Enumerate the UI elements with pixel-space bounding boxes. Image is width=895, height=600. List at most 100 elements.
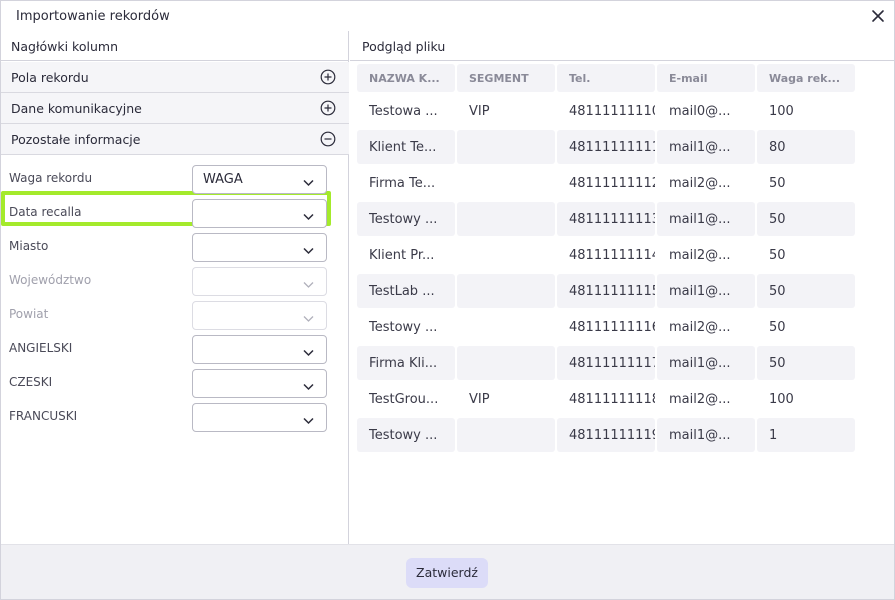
table-cell: 50 bbox=[757, 274, 855, 308]
column-mapping-select[interactable] bbox=[192, 233, 327, 262]
table-cell: 50 bbox=[757, 346, 855, 380]
chevron-down-icon bbox=[302, 310, 315, 323]
table-cell: Klient Pr... bbox=[369, 247, 435, 263]
column-mapping-select[interactable] bbox=[192, 403, 327, 432]
table-row: Testowy ... 48111111119 mail1@... 1 bbox=[357, 418, 855, 452]
field-row-miasto: Miasto bbox=[1, 229, 349, 263]
plus-circle-icon[interactable] bbox=[320, 69, 336, 85]
chevron-down-icon bbox=[302, 174, 315, 187]
table-cell: 48111111114 bbox=[569, 247, 655, 263]
table-cell: Testowa ... bbox=[369, 103, 438, 119]
table-cell bbox=[457, 274, 555, 308]
field-label: ANGIELSKI bbox=[9, 341, 73, 355]
field-row-angielski: ANGIELSKI bbox=[1, 331, 349, 365]
table-cell: 48111111118 bbox=[569, 391, 655, 407]
chevron-down-icon bbox=[302, 208, 315, 221]
table-cell: 50 bbox=[769, 175, 786, 191]
dialog-title: Importowanie rekordów bbox=[16, 9, 170, 24]
table-cell: 50 bbox=[769, 319, 786, 335]
table-cell: TestLab ... bbox=[357, 274, 455, 308]
field-row-waga-rekordu: Waga rekordu WAGA bbox=[1, 161, 349, 195]
table-cell: mail1@... bbox=[657, 418, 755, 452]
chevron-down-icon bbox=[302, 242, 315, 255]
field-row-francuski: FRANCUSKI bbox=[1, 399, 349, 433]
column-mapping-select[interactable]: WAGA bbox=[192, 165, 327, 194]
dialog-footer: Zatwierdź bbox=[1, 544, 894, 599]
table-cell: mail0@... bbox=[669, 103, 731, 119]
table-cell: mail1@... bbox=[657, 202, 755, 236]
table-row: Testowy ... 48111111113 mail1@... 50 bbox=[357, 202, 855, 236]
section-label: Dane komunikacyjne bbox=[11, 101, 142, 116]
field-label: CZESKI bbox=[9, 375, 53, 389]
chevron-down-icon bbox=[302, 344, 315, 357]
field-label: Powiat bbox=[9, 307, 49, 321]
column-mapping-select[interactable] bbox=[192, 335, 327, 364]
table-cell: 48111111116 bbox=[569, 319, 655, 335]
column-mapping-select bbox=[192, 301, 327, 330]
column-mapping-select[interactable] bbox=[192, 369, 327, 398]
section-label: Pola rekordu bbox=[11, 70, 89, 85]
field-row-wojewodztwo: Województwo bbox=[1, 263, 349, 297]
table-cell: 48111111110 bbox=[569, 103, 655, 119]
column-header: Waga rek... bbox=[757, 64, 855, 92]
table-row: Klient Te... 48111111111 mail1@... 80 bbox=[357, 130, 855, 164]
column-headers-title: Nagłówki kolumn bbox=[11, 39, 118, 54]
table-row: Firma Kli... 48111111117 mail1@... 50 bbox=[357, 346, 855, 380]
chevron-down-icon bbox=[302, 276, 315, 289]
column-mapping-select bbox=[192, 267, 327, 296]
dialog-titlebar: Importowanie rekordów bbox=[1, 1, 894, 31]
field-row-data-recalla: Data recalla bbox=[1, 195, 349, 229]
table-cell: mail2@... bbox=[669, 319, 731, 335]
table-cell bbox=[457, 238, 555, 272]
plus-circle-icon[interactable] bbox=[320, 100, 336, 116]
field-label: Waga rekordu bbox=[9, 171, 93, 185]
table-row: Testowy ... 48111111116 mail2@... 50 bbox=[357, 310, 855, 344]
table-cell: VIP bbox=[469, 103, 490, 119]
field-label: FRANCUSKI bbox=[9, 409, 78, 423]
table-row: TestGrou... VIP 48111111118 mail2@... 10… bbox=[357, 382, 855, 416]
column-mapping-select[interactable] bbox=[192, 199, 327, 228]
column-header: E-mail bbox=[657, 64, 755, 92]
table-cell: 1 bbox=[757, 418, 855, 452]
table-cell: Testowy ... bbox=[357, 202, 455, 236]
column-header: NAZWA K... bbox=[357, 64, 455, 92]
confirm-button[interactable]: Zatwierdź bbox=[406, 558, 488, 588]
chevron-down-icon bbox=[302, 378, 315, 391]
table-cell: 50 bbox=[769, 247, 786, 263]
table-cell: mail1@... bbox=[657, 130, 755, 164]
select-value: WAGA bbox=[203, 172, 243, 187]
table-cell bbox=[457, 310, 555, 344]
section-pola-rekordu[interactable]: Pola rekordu bbox=[1, 62, 349, 93]
table-cell: 80 bbox=[757, 130, 855, 164]
table-cell: 48111111115 bbox=[557, 274, 655, 308]
table-cell bbox=[457, 130, 555, 164]
table-cell: 48111111113 bbox=[557, 202, 655, 236]
file-preview-header: Podgląd pliku bbox=[350, 31, 895, 61]
close-icon[interactable] bbox=[868, 6, 888, 26]
minus-circle-icon[interactable] bbox=[320, 131, 336, 147]
table-header-row: NAZWA K... SEGMENT Tel. E-mail Waga rek.… bbox=[357, 64, 855, 92]
section-pozostale-informacje[interactable]: Pozostałe informacje bbox=[1, 124, 349, 155]
table-cell: mail1@... bbox=[657, 274, 755, 308]
table-cell: 50 bbox=[757, 202, 855, 236]
table-cell: mail2@... bbox=[669, 247, 731, 263]
table-cell: mail2@... bbox=[669, 391, 731, 407]
file-preview-panel: Podgląd pliku NAZWA K... SEGMENT Tel. E-… bbox=[350, 31, 895, 544]
table-cell: mail1@... bbox=[657, 346, 755, 380]
section-dane-komunikacyjne[interactable]: Dane komunikacyjne bbox=[1, 93, 349, 124]
file-preview-title: Podgląd pliku bbox=[362, 39, 446, 54]
column-header: SEGMENT bbox=[457, 64, 555, 92]
table-cell: mail2@... bbox=[669, 175, 731, 191]
column-headers-header: Nagłówki kolumn bbox=[1, 31, 348, 61]
table-cell bbox=[457, 346, 555, 380]
table-cell: Firma Kli... bbox=[357, 346, 455, 380]
table-cell bbox=[457, 418, 555, 452]
table-cell bbox=[457, 166, 555, 200]
column-headers-panel: Nagłówki kolumn Pola rekordu Dane komuni… bbox=[1, 31, 349, 544]
table-cell: 100 bbox=[769, 103, 794, 119]
file-preview-table: NAZWA K... SEGMENT Tel. E-mail Waga rek.… bbox=[355, 62, 857, 454]
field-row-czeski: CZESKI bbox=[1, 365, 349, 399]
table-cell: Testowy ... bbox=[357, 418, 455, 452]
table-cell: 48111111119 bbox=[557, 418, 655, 452]
table-cell: TestGrou... bbox=[369, 391, 439, 407]
